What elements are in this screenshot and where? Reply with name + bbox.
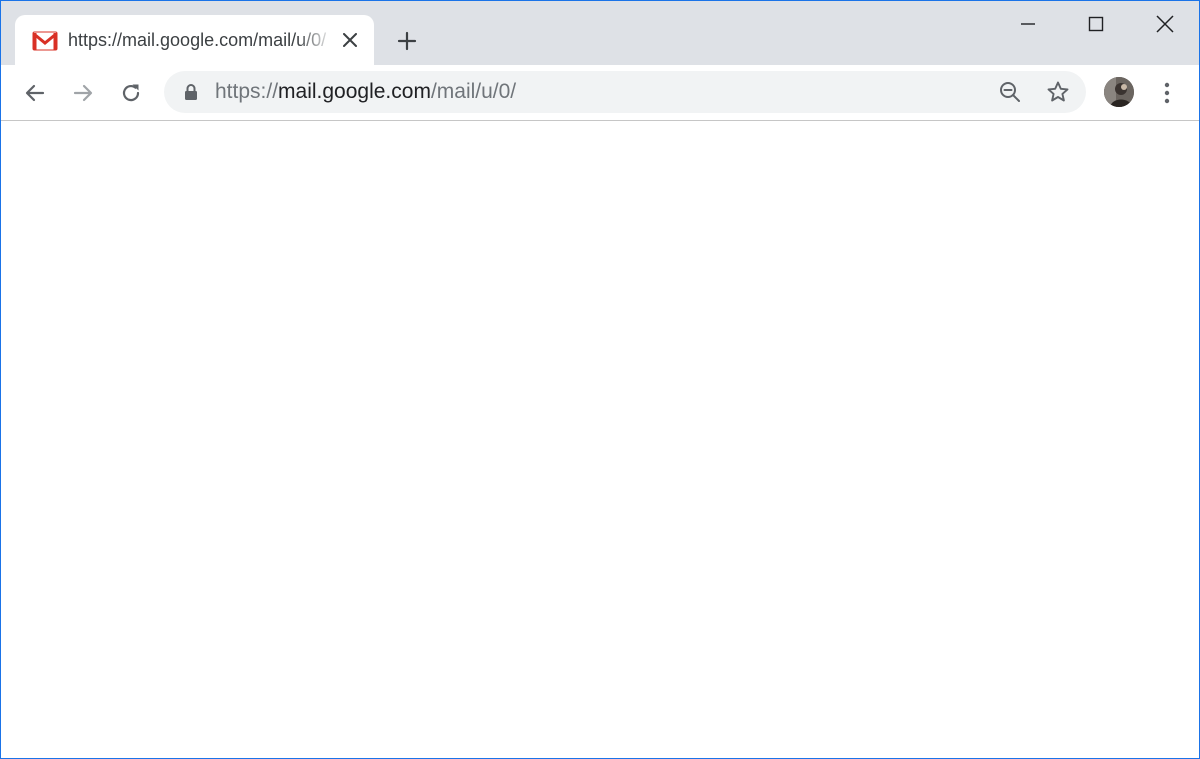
url-scheme: https:// bbox=[215, 80, 279, 103]
avatar[interactable] bbox=[1104, 77, 1134, 107]
close-icon bbox=[1156, 15, 1174, 33]
profile-photo-icon bbox=[1104, 77, 1134, 107]
tab-strip: https://mail.google.com/mail/u/0/ bbox=[1, 1, 1199, 65]
back-button[interactable] bbox=[19, 77, 51, 109]
lock-icon[interactable] bbox=[182, 83, 200, 101]
reload-icon bbox=[122, 84, 140, 102]
url-host: mail.google.com bbox=[278, 80, 431, 103]
window-close-button[interactable] bbox=[1131, 1, 1199, 47]
forward-button[interactable] bbox=[67, 77, 99, 109]
arrow-right-icon bbox=[73, 84, 93, 102]
address-bar[interactable]: https://mail.google.com/mail/u/0/ bbox=[164, 71, 1086, 113]
url-text[interactable]: https://mail.google.com/mail/u/0/ bbox=[215, 79, 516, 105]
zoom-out-icon[interactable] bbox=[996, 78, 1024, 106]
page-content[interactable] bbox=[1, 121, 1199, 758]
minimize-button[interactable] bbox=[994, 1, 1062, 47]
plus-icon bbox=[397, 31, 417, 51]
browser-toolbar: https://mail.google.com/mail/u/0/ bbox=[1, 65, 1199, 121]
close-icon[interactable] bbox=[339, 29, 361, 51]
tab-gmail[interactable]: https://mail.google.com/mail/u/0/ bbox=[15, 15, 374, 65]
gmail-icon bbox=[32, 31, 58, 51]
maximize-icon bbox=[1088, 16, 1104, 32]
url-path: /mail/u/0/ bbox=[430, 80, 517, 103]
maximize-button[interactable] bbox=[1062, 1, 1130, 47]
reload-button[interactable] bbox=[115, 77, 147, 109]
arrow-left-icon bbox=[25, 84, 45, 102]
new-tab-button[interactable] bbox=[393, 27, 421, 55]
kebab-menu-icon bbox=[1164, 82, 1170, 104]
browser-menu-button[interactable] bbox=[1153, 77, 1181, 109]
tab-title: https://mail.google.com/mail/u/0/ bbox=[68, 30, 327, 50]
minimize-icon bbox=[1021, 23, 1035, 25]
star-icon[interactable] bbox=[1044, 78, 1072, 106]
browser-window: https://mail.google.com/mail/u/0/ https:… bbox=[0, 0, 1200, 759]
